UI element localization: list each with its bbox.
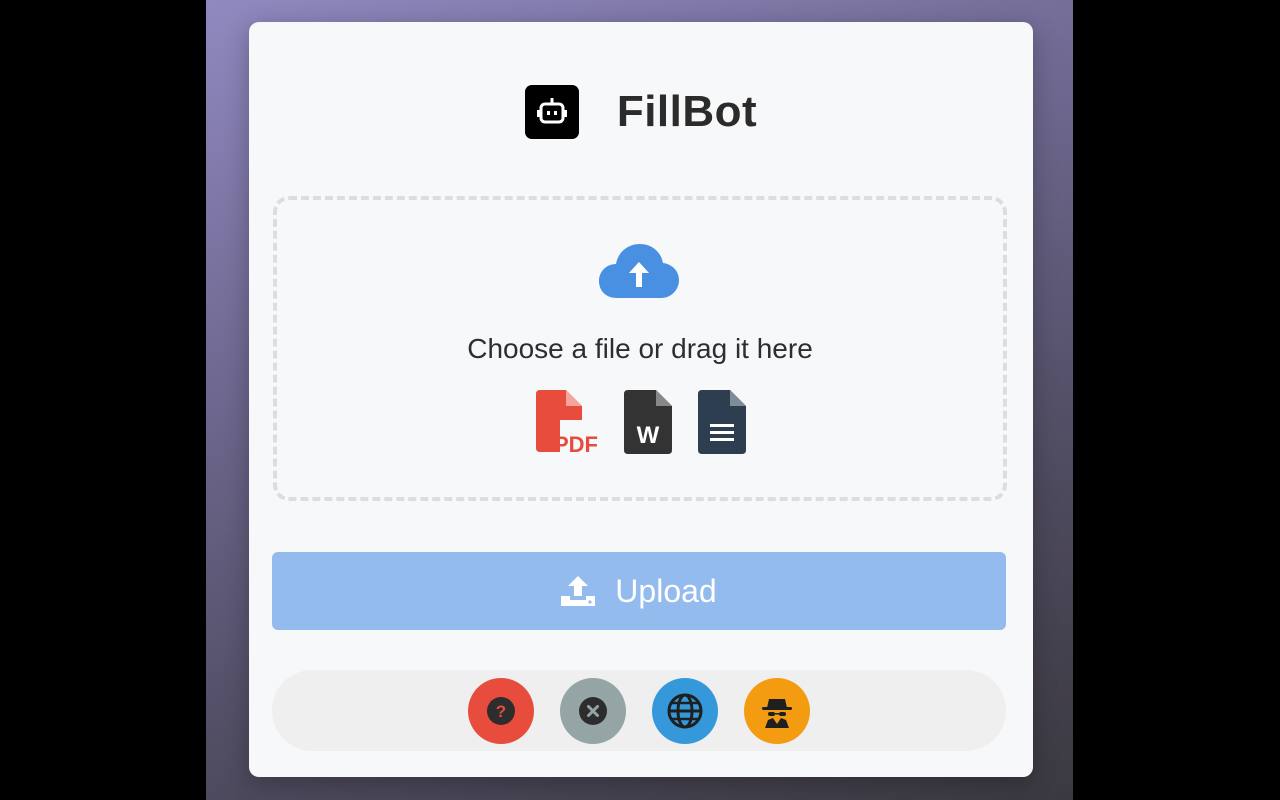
svg-text:W: W <box>637 422 660 449</box>
incognito-icon <box>762 698 792 728</box>
upload-label: Upload <box>615 572 717 609</box>
close-icon <box>579 696 607 725</box>
language-button[interactable] <box>652 677 718 744</box>
help-icon: ? <box>487 696 515 725</box>
cloud-upload-icon <box>599 242 679 305</box>
file-dropzone[interactable]: Choose a file or drag it here PDF W <box>273 196 1007 501</box>
close-button[interactable] <box>560 677 626 744</box>
header: FillBot <box>249 84 1033 140</box>
upload-icon <box>561 576 596 606</box>
supported-file-types: PDF W <box>277 390 1003 457</box>
fillbot-popup: FillBot Choose a file or drag it here PD… <box>249 22 1033 777</box>
action-toolbar: ? <box>272 670 1006 751</box>
app-title: FillBot <box>616 87 758 136</box>
svg-text:?: ? <box>496 702 506 721</box>
pdf-file-icon: PDF <box>534 390 598 461</box>
word-file-icon: W <box>624 390 672 461</box>
text-file-icon <box>698 390 746 461</box>
svg-text:PDF: PDF <box>554 432 598 456</box>
incognito-button[interactable] <box>744 677 810 744</box>
help-button[interactable]: ? <box>468 677 534 744</box>
globe-icon <box>667 693 703 728</box>
robot-icon <box>524 85 579 139</box>
upload-button[interactable]: Upload <box>272 552 1006 630</box>
dropzone-text: Choose a file or drag it here <box>467 333 813 364</box>
